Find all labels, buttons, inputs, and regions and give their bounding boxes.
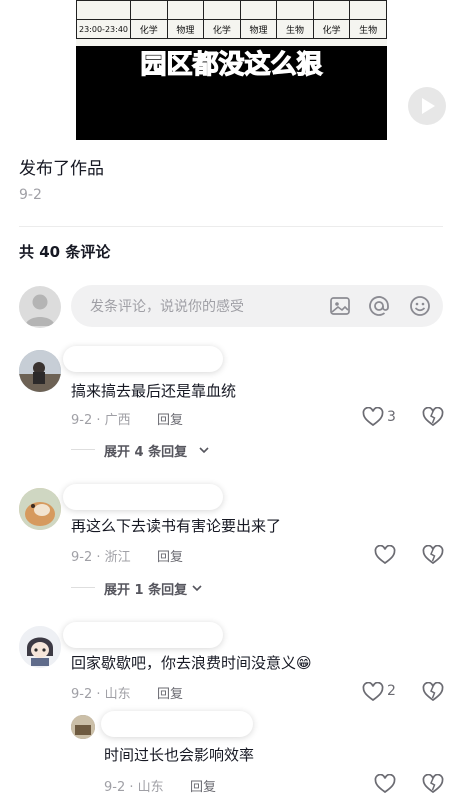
username-redacted bbox=[101, 711, 253, 737]
schedule-cell: 物理 bbox=[239, 19, 278, 39]
comment-input[interactable]: 发条评论，说说你的感受 bbox=[71, 285, 443, 327]
reply-button[interactable]: 回复 bbox=[157, 546, 183, 565]
broken-heart-icon[interactable] bbox=[422, 774, 444, 794]
expand-replies[interactable]: 展开 1 条回复 bbox=[104, 579, 187, 598]
commenter-avatar[interactable] bbox=[19, 488, 61, 530]
username-redacted bbox=[63, 484, 223, 510]
video-thumbnail[interactable]: 23:00-23:40 化学 物理 化学 物理 生物 化学 生物 园区都没这么狠 bbox=[76, 0, 387, 140]
schedule-cell: 生物 bbox=[349, 19, 387, 39]
heart-icon[interactable] bbox=[362, 682, 384, 702]
default-avatar-icon bbox=[25, 294, 55, 326]
expand-divider bbox=[71, 449, 95, 450]
comment-meta: 9-2 · 浙江 bbox=[71, 550, 131, 565]
comment-placeholder: 发条评论，说说你的感受 bbox=[90, 299, 244, 315]
image-icon[interactable] bbox=[328, 294, 352, 318]
reply-button[interactable]: 回复 bbox=[190, 776, 216, 795]
reply-button[interactable]: 回复 bbox=[157, 409, 183, 428]
play-button[interactable] bbox=[408, 87, 446, 125]
schedule-photo: 23:00-23:40 化学 物理 化学 物理 生物 化学 生物 bbox=[76, 0, 387, 46]
username-redacted bbox=[63, 346, 223, 372]
like-count: 2 bbox=[387, 683, 396, 699]
reply-button[interactable]: 回复 bbox=[157, 683, 183, 702]
comment-count: 共 40 条评论 bbox=[19, 243, 111, 261]
chevron-down-icon bbox=[192, 585, 202, 592]
heart-icon[interactable] bbox=[374, 545, 396, 565]
chevron-down-icon bbox=[199, 447, 209, 454]
schedule-time: 23:00-23:40 bbox=[76, 19, 131, 39]
schedule-cell: 生物 bbox=[276, 19, 314, 39]
commenter-avatar[interactable] bbox=[19, 626, 61, 668]
my-avatar bbox=[19, 286, 61, 328]
broken-heart-icon[interactable] bbox=[422, 545, 444, 565]
comment-meta: 9-2 · 广西 bbox=[71, 413, 131, 428]
mention-icon[interactable] bbox=[367, 294, 391, 318]
divider bbox=[19, 226, 443, 227]
reply-meta: 9-2 · 山东 bbox=[104, 780, 164, 795]
comment-text: 搞来搞去最后还是靠血统 bbox=[71, 382, 237, 400]
reply-text: 时间过长也会影响效率 bbox=[104, 746, 255, 764]
expand-divider bbox=[71, 587, 95, 588]
comment-text: 回家歇歇吧，你去浪费时间没意义😁 bbox=[71, 654, 312, 672]
video-caption: 园区都没这么狠 bbox=[140, 49, 323, 80]
heart-icon[interactable] bbox=[362, 407, 384, 427]
username-redacted bbox=[63, 622, 223, 648]
emoji-icon[interactable] bbox=[408, 294, 432, 318]
post-date: 9-2 bbox=[19, 187, 42, 203]
schedule-cell: 化学 bbox=[130, 19, 168, 39]
schedule-cell: 化学 bbox=[203, 19, 241, 39]
comment-text: 再这么下去读书有害论要出来了 bbox=[71, 517, 282, 535]
expand-replies[interactable]: 展开 4 条回复 bbox=[104, 441, 187, 460]
reply-avatar[interactable] bbox=[71, 715, 95, 739]
schedule-cell: 化学 bbox=[312, 19, 351, 39]
commenter-avatar[interactable] bbox=[19, 350, 61, 392]
broken-heart-icon[interactable] bbox=[422, 407, 444, 427]
like-count: 3 bbox=[387, 409, 396, 425]
post-title: 发布了作品 bbox=[19, 159, 104, 179]
broken-heart-icon[interactable] bbox=[422, 682, 444, 702]
schedule-cell: 物理 bbox=[166, 19, 205, 39]
heart-icon[interactable] bbox=[374, 774, 396, 794]
play-icon bbox=[422, 98, 435, 114]
comment-meta: 9-2 · 山东 bbox=[71, 687, 131, 702]
